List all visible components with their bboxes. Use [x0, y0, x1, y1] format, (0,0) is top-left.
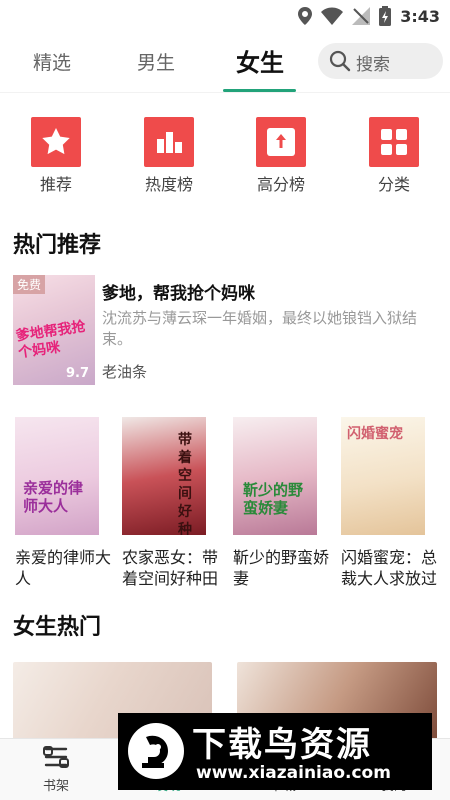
book-cover[interactable]: 闪婚蜜宠 [341, 417, 425, 535]
featured-book[interactable]: 免费 爹地帮我抢个妈咪 9.7 爹地，帮我抢个妈咪 沈流苏与薄云琛一年婚姻，最终… [13, 275, 443, 385]
battery-icon [379, 6, 392, 26]
main-content: 推荐 热度榜 高分榜 分类 热门推荐 免费 爹地帮我抢个妈咪 9.7 爹地，帮我… [0, 92, 450, 738]
bottom-nav-label: 书架 [42, 779, 69, 794]
watermark-url: www.xiazainiao.com [196, 763, 391, 783]
bar-chart-icon [144, 117, 194, 167]
top-tabs: 精选 男生 女生 搜索 [0, 38, 450, 92]
book-title: 靳少的野蛮娇妻 [233, 548, 330, 588]
location-icon [298, 7, 313, 25]
cover-title-art: 亲爱的律师大人 [23, 479, 84, 515]
nav-category-label: 分类 [377, 175, 410, 194]
book-title: 农家恶女：带着空间好种田 [122, 548, 219, 588]
nav-hot-rank-label: 热度榜 [144, 175, 193, 194]
bottom-nav-bookshelf[interactable]: 书架 [26, 745, 86, 794]
nav-score-rank-label: 高分榜 [256, 175, 305, 194]
featured-book-cover[interactable]: 免费 爹地帮我抢个妈咪 9.7 [13, 275, 95, 385]
arrow-up-icon [256, 117, 306, 167]
cover-title-art: 闪婚蜜宠 [347, 426, 403, 442]
status-icons: 3:43 [298, 6, 440, 26]
search-icon [329, 50, 351, 72]
cover-score: 9.7 [65, 366, 89, 381]
book-cover[interactable]: 亲爱的律师大人 [15, 417, 99, 535]
book-card[interactable]: 亲爱的律师大人 亲爱的律师大人 [15, 417, 111, 593]
bookshelf-icon [43, 746, 69, 768]
bird-logo-icon [128, 723, 184, 779]
book-cover[interactable]: 靳少的野蛮娇妻 [233, 417, 317, 535]
free-badge: 免费 [13, 275, 46, 294]
cover-title-art: 带着空间好种田 [178, 432, 192, 535]
section-title-female-hot: 女生热门 [13, 615, 102, 640]
watermark-brand: 下载鸟资源 [192, 725, 372, 765]
quick-nav: 推荐 热度榜 高分榜 分类 [0, 92, 450, 202]
nav-hot-rank[interactable]: 热度榜 [129, 117, 209, 195]
cover-title-art: 爹地帮我抢个妈咪 [15, 318, 87, 362]
nav-category[interactable]: 分类 [354, 117, 434, 195]
status-time: 3:43 [400, 6, 440, 26]
cover-title-art: 靳少的野蛮娇妻 [243, 481, 304, 517]
tab-female[interactable]: 女生 [236, 43, 284, 78]
featured-book-title: 爹地，帮我抢个妈咪 [102, 284, 255, 304]
section-title-hot-recommend: 热门推荐 [13, 233, 102, 258]
book-title: 闪婚蜜宠：总裁大人求放过 [341, 548, 438, 588]
search-box[interactable]: 搜索 [318, 43, 443, 79]
status-bar: 3:43 [0, 0, 450, 32]
no-signal-icon [352, 7, 371, 25]
tab-male[interactable]: 男生 [137, 48, 175, 75]
book-card[interactable]: 带着空间好种田 农家恶女：带着空间好种田 [122, 417, 218, 593]
book-card[interactable]: 靳少的野蛮娇妻 靳少的野蛮娇妻 [233, 417, 329, 593]
search-label: 搜索 [356, 55, 390, 75]
featured-book-author: 老油条 [102, 363, 148, 381]
nav-recommend[interactable]: 推荐 [16, 117, 96, 195]
book-cover[interactable]: 带着空间好种田 [122, 417, 206, 535]
featured-book-description: 沈流苏与薄云琛一年婚姻，最终以她锒铛入狱结束。 [102, 309, 418, 348]
star-icon [31, 117, 81, 167]
tab-featured[interactable]: 精选 [33, 48, 71, 75]
nav-recommend-label: 推荐 [39, 175, 72, 194]
book-row: 亲爱的律师大人 亲爱的律师大人 带着空间好种田 农家恶女：带着空间好种田 靳少的… [0, 417, 450, 592]
book-title: 亲爱的律师大人 [15, 548, 112, 588]
wifi-icon [321, 7, 344, 25]
nav-score-rank[interactable]: 高分榜 [241, 117, 321, 195]
grid-icon [369, 117, 419, 167]
book-card[interactable]: 闪婚蜜宠 闪婚蜜宠：总裁大人求放过 [341, 417, 437, 593]
watermark-banner: 下载鸟资源 www.xiazainiao.com [118, 713, 432, 790]
